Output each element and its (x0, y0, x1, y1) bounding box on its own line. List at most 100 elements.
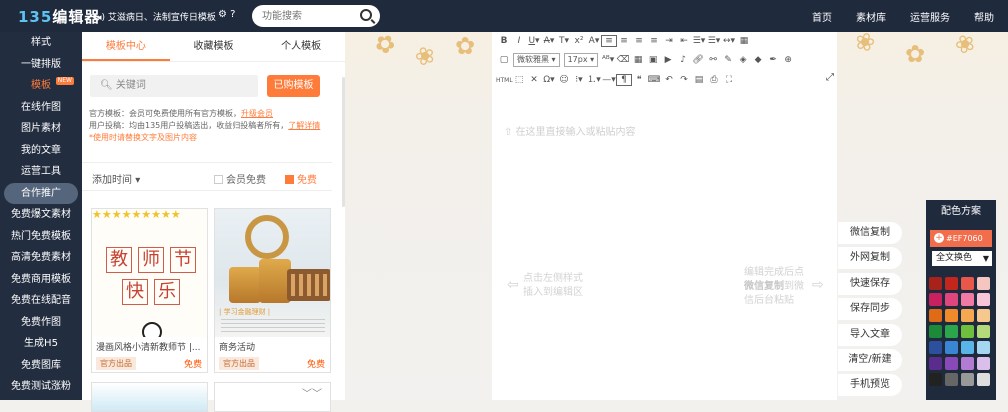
plus-icon[interactable]: + (934, 233, 944, 243)
member-free-checkbox[interactable]: 会员免费 (214, 171, 266, 186)
keyword-search[interactable]: 🔍︎ 关键词 (90, 75, 258, 97)
image-icon[interactable]: ▣ (645, 55, 661, 65)
color-swatch[interactable] (977, 309, 990, 322)
help-icon[interactable]: ? (230, 9, 235, 20)
color-swatch[interactable] (929, 357, 942, 370)
color-swatch[interactable] (961, 325, 974, 338)
tab-personal-templates[interactable]: 个人模板 (257, 32, 345, 61)
line-height-icon[interactable]: ☰▾ (691, 36, 707, 46)
template-card[interactable]: ★★★★★★★★★ 教 师 节 快 乐 漫画风格小清新教师节 |... 官方出品… (91, 208, 208, 373)
nav-material-library[interactable]: 素材库 (856, 9, 886, 24)
font-color-icon[interactable]: T▾ (556, 36, 572, 46)
bought-templates-button[interactable]: 已购模板 (267, 75, 320, 97)
nav-operation-service[interactable]: 运营服务 (910, 9, 950, 24)
tab-template-center[interactable]: 模板中心 (82, 32, 170, 61)
insert-table-icon[interactable]: ▦ (736, 36, 752, 46)
font-size-select[interactable]: 17px ▾ (563, 53, 599, 67)
learn-more-link[interactable]: 了解详情 (288, 121, 320, 130)
pen-icon[interactable]: ✒ (765, 55, 781, 65)
text-transform-icon[interactable]: ᴬᴮ▾ (600, 55, 616, 65)
undo-icon[interactable]: ↶ (661, 75, 677, 85)
free-checkbox[interactable]: 免费 (285, 171, 317, 186)
paragraph-spacing-icon[interactable]: ☰▾ (706, 36, 722, 46)
nav-home[interactable]: 首页 (812, 9, 832, 24)
bold-icon[interactable]: B (496, 36, 512, 46)
horizontal-rule-icon[interactable]: —▾ (601, 75, 617, 85)
select-all-icon[interactable]: ⬚ (511, 75, 527, 85)
color-swatch[interactable] (929, 373, 942, 386)
table-icon[interactable]: ▦ (630, 55, 646, 65)
color-swatch[interactable] (961, 373, 974, 386)
upgrade-member-link[interactable]: 升级会员 (241, 109, 273, 118)
fill-icon[interactable]: ◆ (750, 55, 766, 65)
color-swatch[interactable] (977, 277, 990, 290)
color-swatch[interactable] (977, 325, 990, 338)
color-swatch[interactable] (945, 293, 958, 306)
print-icon[interactable]: ⎙ (706, 75, 722, 85)
unlink-icon[interactable]: ⚯ (705, 55, 721, 65)
sidebar-item-cooperation[interactable]: 合作推广 (4, 182, 78, 204)
justify-icon[interactable]: ≡ (646, 36, 662, 46)
redo-icon[interactable]: ↷ (676, 75, 692, 85)
html-source-icon[interactable]: HTML (496, 77, 513, 84)
color-swatch[interactable] (945, 309, 958, 322)
logo[interactable]: 135编辑器 (18, 6, 100, 27)
sidebar-item-free-dubbing[interactable]: 免费在线配音 (0, 290, 82, 312)
unordered-list-icon[interactable]: ⁝▾ (571, 75, 587, 85)
preview-icon[interactable]: ▤ (691, 75, 707, 85)
color-swatch[interactable] (929, 277, 942, 290)
sidebar-item-free-drawing[interactable]: 免费作图 (0, 312, 82, 334)
letter-spacing-icon[interactable]: ↔▾ (721, 36, 737, 46)
quick-save-button[interactable]: 快速保存 (838, 272, 902, 295)
sidebar-item-generate-h5[interactable]: 生成H5 (0, 333, 82, 355)
color-swatch[interactable] (977, 357, 990, 370)
expand-icon[interactable]: ⤢ (826, 72, 834, 83)
sidebar-item-my-articles[interactable]: 我的文章 (0, 140, 82, 162)
color-swatch[interactable] (961, 277, 974, 290)
indent-icon[interactable]: ⇥ (661, 36, 677, 46)
color-swatch[interactable] (929, 309, 942, 322)
color-swatch[interactable] (929, 341, 942, 354)
sidebar-item-free-follower-test[interactable]: 免费测试涨粉 (0, 376, 82, 398)
template-card[interactable]: ﹀﹀ (214, 382, 331, 412)
tab-favorite-templates[interactable]: 收藏模板 (170, 32, 258, 61)
strikethrough-icon[interactable]: A▾ (541, 36, 557, 46)
template-card[interactable] (91, 382, 208, 412)
color-swatch[interactable] (945, 357, 958, 370)
align-left-icon[interactable]: ≡ (601, 35, 617, 47)
sidebar-item-hd-free-material[interactable]: 高清免费素材 (0, 247, 82, 269)
align-center-icon[interactable]: ≡ (616, 36, 632, 46)
color-swatch[interactable] (961, 293, 974, 306)
sidebar-item-image-material[interactable]: 图片素材 (0, 118, 82, 140)
font-family-select[interactable]: 微软雅黑 ▾ (513, 53, 560, 67)
special-char-icon[interactable]: Ω▾ (541, 75, 557, 85)
quote-icon[interactable]: ❝ (631, 75, 647, 85)
color-swatch[interactable] (945, 325, 958, 338)
wechat-copy-button[interactable]: 微信复制 (838, 222, 902, 244)
color-swatch[interactable] (961, 341, 974, 354)
sidebar-item-online-drawing[interactable]: 在线作图 (0, 97, 82, 119)
emoji-icon[interactable]: ☺ (556, 75, 572, 85)
color-swatch[interactable] (977, 373, 990, 386)
current-color[interactable]: + #EF7060 (930, 230, 992, 247)
code-icon[interactable]: ⌨ (646, 75, 662, 85)
sidebar-item-hot-free-templates[interactable]: 热门免费模板 (0, 226, 82, 248)
color-swatch[interactable] (929, 325, 942, 338)
function-search-input[interactable] (262, 5, 358, 27)
template-card[interactable]: | 学习金融理财 | 商务活动 官方出品 免费 (214, 208, 331, 373)
sidebar-item-free-gallery[interactable]: 免费图库 (0, 355, 82, 377)
color-swatch[interactable] (977, 341, 990, 354)
sidebar-item-one-click-layout[interactable]: 一键排版 (0, 54, 82, 76)
color-swatch[interactable] (961, 357, 974, 370)
sidebar-item-templates[interactable]: 模板 NEW (0, 75, 82, 97)
underline-icon[interactable]: U▾ (526, 36, 542, 46)
superscript-icon[interactable]: x² (571, 36, 587, 46)
outdent-icon[interactable]: ⇤ (676, 36, 692, 46)
document-icon[interactable]: ▢ (496, 55, 512, 65)
zoom-icon[interactable]: ⊕ (780, 55, 796, 65)
editor-canvas[interactable]: ⇧ 在这里直接输入或粘贴内容 (492, 89, 837, 400)
notice-link[interactable]: ◂) 艾滋病日、法制宣传日模板 (97, 10, 216, 23)
recolor-mode-select[interactable]: 全文换色 ▼ (932, 251, 992, 266)
color-swatch[interactable] (945, 341, 958, 354)
link-icon[interactable]: 🔗︎ (690, 55, 706, 65)
